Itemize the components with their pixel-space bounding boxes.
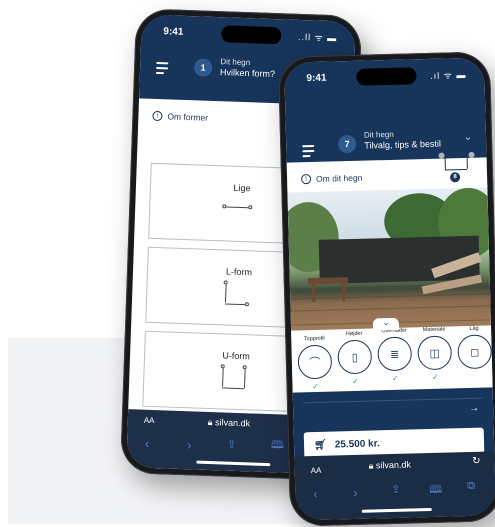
step-title-line2: Tilvalg, tips & bestil	[364, 138, 442, 151]
phone-front-screen: 9:41 .ıl ᯤ ▬ 7 Dit hegn Tilvalg, tips & …	[284, 57, 495, 521]
check-icon: ✓	[391, 373, 399, 383]
materiale-icon: ◫	[417, 335, 453, 371]
about-forms-label: Om former	[167, 111, 209, 123]
price-value: 25.500 kr.	[334, 437, 380, 450]
text-size-button[interactable]: AA	[144, 416, 155, 425]
check-icon: ✓	[312, 381, 319, 392]
share-icon[interactable]: ⇪	[391, 483, 401, 496]
laag-icon: ◻	[457, 334, 493, 370]
forward-arrow-icon[interactable]: ›	[353, 485, 358, 500]
info-icon: !	[152, 110, 163, 122]
category-hojder[interactable]: Højder ▯ ✓	[335, 330, 374, 386]
lock-icon: 🔒︎	[368, 460, 374, 471]
topprofil-icon: ⌒	[297, 344, 333, 380]
step-title[interactable]: Dit hegn Hvilken form?	[220, 57, 276, 80]
lock-icon: 🔒︎	[207, 416, 213, 428]
info-icon: !	[300, 174, 312, 185]
fence-badge: 8	[449, 172, 461, 183]
l-fence-icon	[223, 280, 254, 311]
status-icons: ..ll ᯤ ▬	[297, 31, 338, 44]
overflader-icon: ≣	[377, 336, 413, 372]
check-icon: ✓	[431, 372, 439, 382]
arrow-right-icon: →	[469, 402, 480, 414]
step-title-line2: Hvilken form?	[219, 67, 276, 80]
step-badge: 7	[337, 134, 357, 154]
cart-icon: 🛒︎	[313, 439, 327, 451]
status-time: 9:41	[306, 72, 327, 85]
collapse-toggle[interactable]: ⌄	[372, 317, 400, 331]
dynamic-island	[356, 67, 417, 86]
status-time: 9:41	[163, 26, 184, 38]
check-icon: ✓	[351, 376, 359, 387]
u-fence-icon	[220, 364, 251, 395]
chevron-down-icon[interactable]: ⌄	[464, 132, 473, 143]
back-arrow-icon[interactable]: ‹	[313, 486, 318, 501]
category-selector: Topprofil ⌒ ✓ Højder ▯ ✓ Overflader ≣ ✓ …	[291, 325, 494, 392]
tabs-icon[interactable]: ⧉	[467, 480, 475, 493]
bookmarks-icon[interactable]: 🕮︎	[429, 481, 442, 500]
about-fence-label: Om dit hegn	[315, 172, 363, 184]
menu-icon[interactable]	[155, 59, 169, 77]
url-text: silvan.dk	[214, 417, 251, 429]
dynamic-island	[221, 25, 282, 45]
category-topprofil[interactable]: Topprofil ⌒ ✓	[295, 336, 334, 392]
step-badge: 1	[193, 58, 213, 77]
home-indicator	[196, 460, 271, 467]
phone-front: 9:41 .ıl ᯤ ▬ 7 Dit hegn Tilvalg, tips & …	[277, 51, 495, 527]
status-icons: .ıl ᯤ ▬	[430, 69, 467, 81]
category-laag[interactable]: Låg ◻	[455, 325, 494, 370]
about-forms-link[interactable]: ! Om former	[152, 110, 209, 123]
about-fence-link[interactable]: ! Om dit hegn	[300, 172, 363, 185]
step-title[interactable]: Dit hegn Tilvalg, tips & bestil	[364, 129, 441, 152]
menu-icon[interactable]	[302, 142, 315, 160]
bookmarks-icon[interactable]: 🕮︎	[271, 436, 285, 455]
forward-arrow-icon[interactable]: ›	[187, 437, 192, 452]
address-bar[interactable]: 🔒︎ silvan.dk	[208, 417, 251, 429]
fence-diagram-icon[interactable]: 8	[438, 151, 479, 185]
hojder-icon: ▯	[337, 339, 373, 375]
home-indicator	[361, 507, 432, 513]
share-icon[interactable]: ⇪	[227, 438, 237, 451]
back-arrow-icon[interactable]: ‹	[145, 436, 150, 451]
next-button[interactable]: →	[302, 397, 484, 426]
text-size-button[interactable]: AA	[311, 466, 322, 475]
category-materiale[interactable]: Materiale ◫ ✓	[415, 326, 454, 382]
address-bar[interactable]: 🔒︎ silvan.dk	[368, 460, 411, 472]
straight-fence-icon	[222, 204, 253, 211]
reload-icon[interactable]: ↻	[472, 456, 481, 467]
browser-toolbar: AA 🔒︎ silvan.dk ↻ ‹ › ⇪ 🕮︎ ⧉	[294, 451, 495, 521]
category-overflader[interactable]: Overflader ≣ ✓	[375, 327, 414, 383]
url-text: silvan.dk	[375, 459, 412, 471]
